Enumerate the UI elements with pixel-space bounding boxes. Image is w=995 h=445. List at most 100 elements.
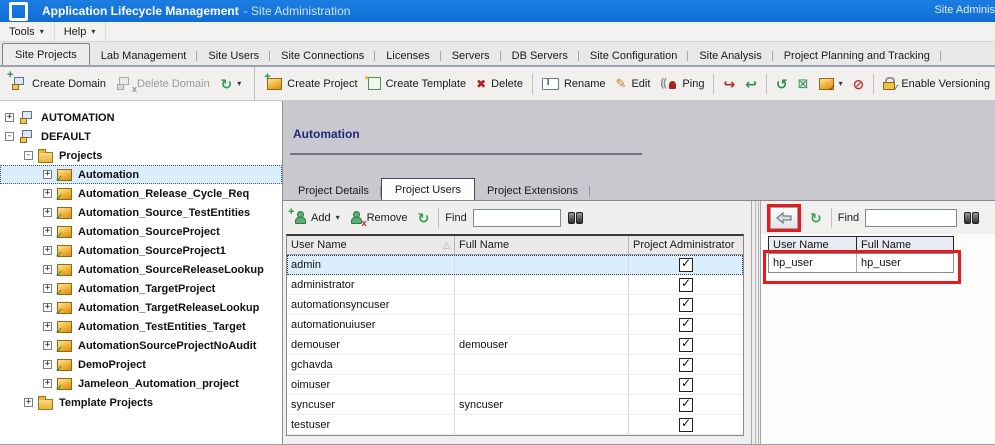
tab-lab-management[interactable]: Lab Management [90,46,198,65]
column-header-full-name[interactable]: Full Name [857,237,953,253]
find-available-users-input[interactable] [865,208,958,227]
table-row[interactable]: oimuser [287,375,743,395]
tree-item-project[interactable]: + ✓ Automation [0,165,282,184]
rename-button[interactable]: Rename [537,75,611,93]
project-admin-checkbox[interactable] [679,296,693,312]
add-user-button[interactable]: + Add ▾ [288,207,345,227]
tab-site-analysis[interactable]: Site Analysis [688,46,774,65]
tree-item-project[interactable]: + ✓ Automation_Source_TestEntities [0,203,282,222]
enable-versioning-button[interactable]: ✓ Enable Versioning [878,74,995,94]
create-project-button[interactable]: + Create Project [262,71,362,93]
tree-item-project[interactable]: + ✓ Automation_SourceProject [0,222,282,241]
expander-icon[interactable]: + [43,341,52,350]
project-admin-checkbox[interactable] [679,376,693,392]
tree-item-template-projects-folder[interactable]: + Template Projects [0,393,282,412]
ping-button[interactable]: Ping [655,75,709,93]
tab-site-configuration[interactable]: Site Configuration [579,46,689,65]
edit-label: Edit [631,77,651,90]
tree-item-project[interactable]: + ✓ AutomationSourceProjectNoAudit [0,336,282,355]
tree-item-project[interactable]: + ✓ Jameleon_Automation_project [0,374,282,393]
edit-button[interactable]: ✎ Edit [611,75,656,93]
project-admin-checkbox[interactable] [679,276,693,292]
block-icon: ⊘ [852,75,865,92]
expander-icon[interactable]: + [5,113,14,122]
expander-icon[interactable]: + [43,322,52,331]
table-row[interactable]: administrator [287,275,743,295]
expander-icon[interactable]: + [43,170,52,179]
tree-item-project[interactable]: + ✓ Automation_Release_Cycle_Req [0,184,282,203]
find-available-users-button[interactable] [964,212,980,224]
tree-item-automation-domain[interactable]: + AUTOMATION [0,108,282,127]
table-row[interactable]: admin [287,255,743,275]
table-row[interactable]: syncuser syncuser [287,395,743,415]
project-admin-checkbox[interactable] [679,256,693,272]
find-users-input[interactable] [472,208,561,227]
remove-user-button[interactable]: x Remove [345,208,413,228]
vertical-splitter[interactable] [751,201,761,444]
table-row[interactable]: demouser demouser [287,335,743,355]
refresh-domains-button[interactable]: ↻ ▾ [216,75,247,93]
tree-item-project[interactable]: + ✓ DemoProject [0,355,282,374]
table-row[interactable]: automationuiuser [287,315,743,335]
tab-db-servers[interactable]: DB Servers [501,46,580,65]
tab-licenses[interactable]: Licenses [375,46,442,65]
project-admin-checkbox[interactable] [679,396,693,412]
project-admin-checkbox[interactable] [679,416,693,432]
find-users-button[interactable] [567,212,583,224]
restore-button[interactable]: ↪ [718,75,740,93]
menu-help[interactable]: Help ▾ [55,22,107,41]
move-left-button[interactable] [770,206,798,229]
expander-icon[interactable]: + [24,398,33,407]
column-header-user-name[interactable]: User Name [769,237,857,253]
table-row[interactable]: hp_user hp_user [768,253,954,273]
tab-site-users[interactable]: Site Users [197,46,270,65]
tree-item-projects-folder[interactable]: - Projects [0,146,282,165]
expander-icon[interactable]: + [43,303,52,312]
delete-domain-button[interactable]: x Delete Domain [111,74,215,94]
delete-domain-label: Delete Domain [136,77,210,90]
tree-item-project[interactable]: + ✓ Automation_TargetProject [0,279,282,298]
tree-item-project[interactable]: + ✓ Automation_SourceReleaseLookup [0,260,282,279]
expander-icon[interactable]: + [43,265,52,274]
project-admin-checkbox[interactable] [679,316,693,332]
expander-icon[interactable]: - [24,151,33,160]
tab-project-users[interactable]: Project Users [380,178,475,200]
refresh-users-button[interactable]: ↻ [413,209,435,227]
expander-icon[interactable]: + [43,379,52,388]
create-template-button[interactable]: Create Template [363,74,472,93]
column-header-user-name[interactable]: User Name △ [287,236,455,254]
delete-project-button[interactable]: ✖ Delete [471,75,528,93]
table-row[interactable]: automationsyncuser [287,295,743,315]
tree-item-project[interactable]: + ✓ Automation_TestEntities_Target [0,317,282,336]
refresh-available-users-button[interactable]: ↻ [805,209,827,227]
tree-item-project[interactable]: + ✓ Automation_TargetReleaseLookup [0,298,282,317]
table-row[interactable]: gchavda [287,355,743,375]
expander-icon[interactable]: - [5,132,14,141]
restore-defaults-button[interactable]: ↺ [771,75,793,93]
project-admin-checkbox[interactable] [679,336,693,352]
column-header-full-name[interactable]: Full Name [455,236,629,254]
expander-icon[interactable]: + [43,189,52,198]
expander-icon[interactable]: + [43,360,52,369]
expander-icon[interactable]: + [43,246,52,255]
create-domain-button[interactable]: + Create Domain [6,70,111,93]
tab-servers[interactable]: Servers [441,46,501,65]
remove-project-button[interactable]: ↩ [740,75,762,93]
column-header-project-administrator[interactable]: Project Administrator [629,236,743,254]
expander-icon[interactable]: + [43,284,52,293]
deselect-button[interactable]: ⊠ [793,75,814,93]
tree-item-project[interactable]: + ✓ Automation_SourceProject1 [0,241,282,260]
tab-project-details[interactable]: Project Details [286,181,381,200]
tab-project-planning-and-tracking[interactable]: Project Planning and Tracking [773,46,942,65]
tree-item-default-domain[interactable]: - DEFAULT [0,127,282,146]
verify-project-button[interactable]: ✓ ▾ [814,75,848,93]
menu-tools[interactable]: Tools ▾ [0,22,55,41]
table-row[interactable]: testuser [287,415,743,435]
tab-site-projects[interactable]: Site Projects [2,43,90,65]
project-admin-checkbox[interactable] [679,356,693,372]
tab-project-extensions[interactable]: Project Extensions [475,181,591,200]
deactivate-button[interactable]: ⊘ [848,75,870,93]
expander-icon[interactable]: + [43,208,52,217]
tab-site-connections[interactable]: Site Connections [270,46,376,65]
expander-icon[interactable]: + [43,227,52,236]
